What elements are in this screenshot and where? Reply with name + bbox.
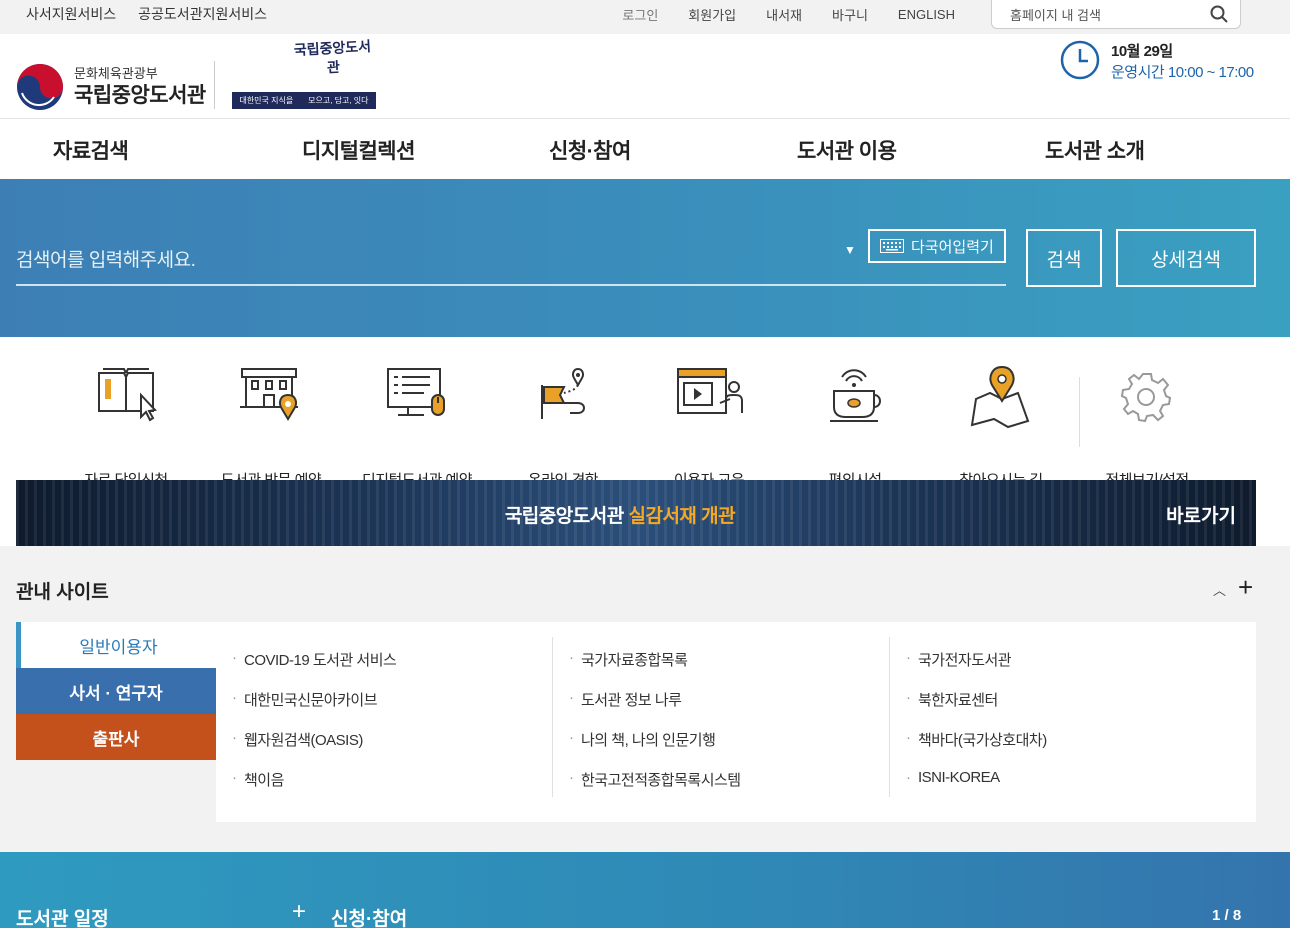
site-link[interactable]: 웹자원검색(OASIS) bbox=[232, 729, 363, 750]
campaign-logo: 국립중앙도서관 대한민국 지식을 모으고, 담고, 잇다 bbox=[232, 39, 376, 112]
gear-icon bbox=[1120, 373, 1172, 423]
plus-icon[interactable]: + bbox=[292, 898, 306, 926]
utility-left-links: 사서지원서비스 공공도서관지원서비스 bbox=[26, 0, 267, 28]
library-name: 국립중앙도서관 bbox=[74, 84, 206, 107]
tab-publishers[interactable]: 출판사 bbox=[16, 714, 216, 760]
government-emblem-icon[interactable] bbox=[16, 63, 64, 111]
quick-item-online-tour[interactable]: 온라인 견학 bbox=[493, 365, 633, 489]
quick-item-library-visit[interactable]: 도서관 방문 예약 bbox=[201, 365, 341, 489]
site-link[interactable]: 도서관 정보 나루 bbox=[569, 689, 682, 710]
site-link[interactable]: ISNI-KOREA bbox=[906, 769, 1000, 786]
quick-item-digital-library[interactable]: 디지털도서관 예약 bbox=[347, 365, 487, 489]
quick-menu: 자료 당일신청 도서관 방문 예약 디지털도서관 예약 bbox=[0, 337, 1290, 489]
apply-participate-title[interactable]: 신청·참여 bbox=[331, 904, 407, 928]
quick-item-book-request[interactable]: 자료 당일신청 bbox=[56, 365, 196, 489]
clock-icon bbox=[1060, 40, 1100, 80]
hours-value: 10:00 ~ 17:00 bbox=[1167, 64, 1254, 81]
quick-item-user-education[interactable]: 이용자 교육 bbox=[639, 365, 779, 489]
nav-library-use[interactable]: 도서관 이용 bbox=[797, 135, 897, 165]
today-date: 10월 29일 bbox=[1111, 43, 1173, 60]
online-tour-icon bbox=[541, 367, 585, 419]
campaign-slogan-right: 모으고, 담고, 잇다 bbox=[308, 96, 369, 105]
campaign-slogan-bar: 대한민국 지식을 모으고, 담고, 잇다 bbox=[232, 92, 376, 109]
site-header: 문화체육관광부 국립중앙도서관 국립중앙도서관 대한민국 지식을 모으고, 담고… bbox=[0, 34, 1290, 119]
librarian-support-link[interactable]: 사서지원서비스 bbox=[26, 4, 116, 24]
chevron-up-icon[interactable]: ︿ bbox=[1213, 580, 1226, 599]
campaign-title: 국립중앙도서관 bbox=[293, 39, 372, 77]
tab-librarians-researchers[interactable]: 사서 · 연구자 bbox=[16, 668, 216, 714]
immersive-library-banner[interactable]: 국립중앙도서관 실감서재 개관 바로가기 bbox=[16, 480, 1256, 546]
hours-label: 운영시간 bbox=[1111, 64, 1165, 81]
links-column-2: 국가자료종합목록 도서관 정보 나루 나의 책, 나의 인문기행 한국고전적종합… bbox=[553, 637, 890, 797]
book-request-icon bbox=[98, 368, 158, 422]
chevron-down-icon[interactable]: ▼ bbox=[844, 243, 856, 257]
ministry-name: 문화체육관광부 bbox=[74, 66, 158, 81]
links-column-1: COVID-19 도서관 서비스 대한민국신문아카이브 웹자원검색(OASIS)… bbox=[216, 637, 553, 797]
main-search-input[interactable]: 검색어를 입력해주세요. ▼ bbox=[16, 229, 1006, 286]
site-link[interactable]: 국가자료종합목록 bbox=[569, 649, 688, 670]
site-link[interactable]: 한국고전적종합목록시스템 bbox=[569, 769, 741, 790]
detailed-search-button[interactable]: 상세검색 bbox=[1116, 229, 1256, 287]
search-button[interactable]: 검색 bbox=[1026, 229, 1102, 287]
site-logo[interactable]: 문화체육관광부 국립중앙도서관 bbox=[74, 65, 206, 109]
main-navigation: 자료검색 디지털컬렉션 신청·참여 도서관 이용 도서관 소개 bbox=[0, 119, 1290, 179]
public-library-support-link[interactable]: 공공도서관지원서비스 bbox=[138, 4, 267, 24]
login-link[interactable]: 로그인 bbox=[622, 5, 658, 24]
main-search-placeholder: 검색어를 입력해주세요. bbox=[16, 250, 196, 271]
site-search-placeholder: 홈페이지 내 검색 bbox=[1010, 7, 1101, 23]
cafe-icon bbox=[830, 369, 881, 422]
logo-divider bbox=[214, 61, 215, 109]
internal-sites-title: 관내 사이트 bbox=[16, 582, 109, 603]
quick-item-directions[interactable]: 찾아오시는 길 bbox=[931, 365, 1071, 489]
my-library-link[interactable]: 내서재 bbox=[766, 5, 802, 24]
site-search-input[interactable]: 홈페이지 내 검색 bbox=[991, 0, 1241, 29]
map-pin-icon bbox=[970, 365, 1030, 429]
utility-bar: 사서지원서비스 공공도서관지원서비스 로그인 회원가입 내서재 바구니 ENGL… bbox=[0, 0, 1290, 34]
campaign-slogan-left: 대한민국 지식을 bbox=[239, 96, 294, 105]
quick-item-facilities[interactable]: 편의시설 bbox=[785, 365, 925, 489]
banner-headline: 국립중앙도서관 실감서재 개관 bbox=[16, 501, 1224, 528]
banner-go-link[interactable]: 바로가기 bbox=[1166, 501, 1236, 528]
library-visit-icon bbox=[240, 368, 298, 421]
utility-right-links: 로그인 회원가입 내서재 바구니 ENGLISH bbox=[622, 0, 955, 28]
plus-icon[interactable]: + bbox=[1238, 574, 1253, 600]
banner-text-main: 국립중앙도서관 bbox=[504, 506, 624, 527]
hours-text: 운영시간 10:00 ~ 17:00 bbox=[1111, 61, 1254, 82]
quick-item-all-settings[interactable]: 전체보기/설정 bbox=[1077, 365, 1217, 489]
pagination-indicator: 1 / 8 bbox=[1212, 907, 1242, 924]
nav-library-about[interactable]: 도서관 소개 bbox=[1045, 135, 1145, 165]
nav-search-materials[interactable]: 자료검색 bbox=[53, 135, 129, 165]
user-education-icon bbox=[677, 368, 743, 414]
multilang-label: 다국어입력기 bbox=[911, 238, 994, 256]
site-link[interactable]: 대한민국신문아카이브 bbox=[232, 689, 378, 710]
search-icon[interactable] bbox=[1210, 5, 1228, 23]
digital-library-icon bbox=[387, 368, 445, 416]
site-link[interactable]: 나의 책, 나의 인문기행 bbox=[569, 729, 716, 750]
banner-text-highlight: 실감서재 개관 bbox=[628, 506, 736, 527]
multilang-keyboard-button[interactable]: 다국어입력기 bbox=[868, 229, 1006, 263]
keyboard-icon bbox=[880, 239, 904, 253]
links-column-3: 국가전자도서관 북한자료센터 책바다(국가상호대차) ISNI-KOREA bbox=[890, 637, 1227, 797]
nav-apply-participate[interactable]: 신청·참여 bbox=[549, 135, 631, 165]
english-link[interactable]: ENGLISH bbox=[898, 7, 955, 22]
signup-link[interactable]: 회원가입 bbox=[688, 5, 736, 24]
nav-digital-collection[interactable]: 디지털컬렉션 bbox=[302, 135, 415, 165]
site-link[interactable]: 국가전자도서관 bbox=[906, 649, 1012, 670]
site-link[interactable]: 책이음 bbox=[232, 769, 284, 790]
internal-sites-links: COVID-19 도서관 서비스 대한민국신문아카이브 웹자원검색(OASIS)… bbox=[216, 622, 1256, 822]
site-link[interactable]: 북한자료센터 bbox=[906, 689, 998, 710]
library-schedule-title[interactable]: 도서관 일정 bbox=[16, 904, 109, 928]
search-hero: 검색어를 입력해주세요. ▼ 다국어입력기 검색 상세검색 bbox=[0, 179, 1290, 337]
site-link[interactable]: 책바다(국가상호대차) bbox=[906, 729, 1047, 750]
tab-general-users[interactable]: 일반이용자 bbox=[16, 622, 216, 668]
bottom-section: 도서관 일정 + 신청·참여 1 / 8 bbox=[0, 852, 1290, 928]
basket-link[interactable]: 바구니 bbox=[832, 5, 868, 24]
site-link[interactable]: COVID-19 도서관 서비스 bbox=[232, 649, 397, 670]
